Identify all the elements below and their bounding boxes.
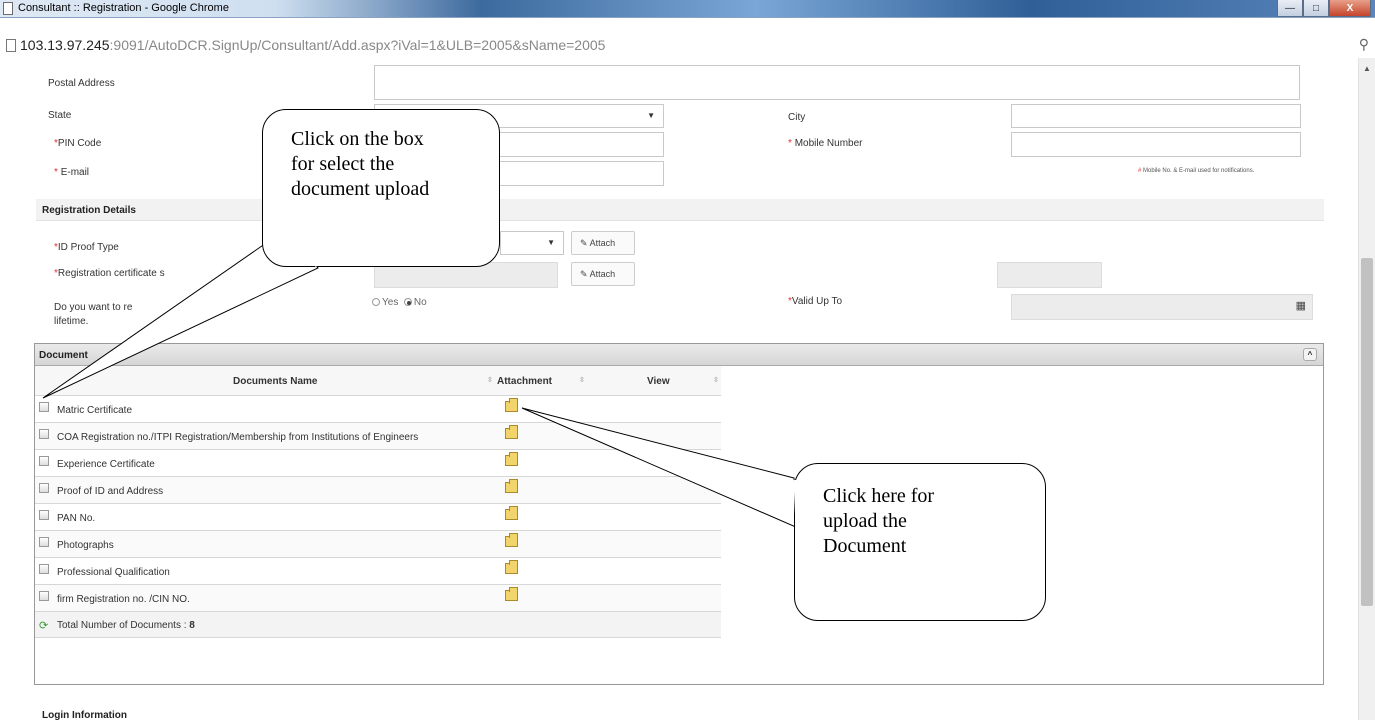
sort-icon[interactable]: ⇳ (713, 376, 719, 384)
document-name: Professional Qualification (57, 567, 170, 578)
total-documents: Total Number of Documents : 8 (57, 620, 195, 631)
id-proof-attach-button[interactable]: ✎ Attach (571, 231, 635, 255)
calendar-icon[interactable]: ▦ (1296, 299, 1306, 312)
table-row: Professional Qualification (35, 558, 721, 585)
row-checkbox[interactable] (39, 429, 49, 439)
login-information-header: Login Information (42, 710, 127, 720)
registration-certificate-label-tail: copy (264, 268, 286, 279)
mobile-number-label: * Mobile Number (788, 138, 863, 149)
email-label: * E-mail (54, 167, 90, 178)
paperclip-icon: ✎ (580, 269, 588, 279)
window-titlebar: Consultant :: Registration - Google Chro… (0, 0, 1375, 18)
lifetime-radio-group: Yes No (372, 297, 427, 308)
registration-certificate-label: *Registration certificate s (54, 268, 165, 279)
row-checkbox[interactable] (39, 483, 49, 493)
row-checkbox[interactable] (39, 510, 49, 520)
col-view[interactable]: View (647, 376, 670, 387)
upload-folder-icon[interactable] (505, 560, 518, 574)
window-title: Consultant :: Registration - Google Chro… (18, 2, 229, 14)
documents-panel-header: Document ^ (35, 344, 1323, 366)
city-input[interactable] (1011, 104, 1301, 128)
state-label: State (48, 110, 72, 121)
address-bar[interactable]: 103.13.97.245:9091/AutoDCR.SignUp/Consul… (0, 18, 1375, 58)
refresh-icon[interactable]: ⟳ (39, 619, 48, 632)
page-info-icon[interactable] (6, 39, 16, 52)
chevron-down-icon: ▼ (647, 111, 655, 120)
right-callout: Click here for upload the Document (794, 463, 1046, 621)
upload-folder-icon[interactable] (505, 479, 518, 493)
lifetime-question-label-3: lifetime. (54, 316, 89, 327)
document-name: Proof of ID and Address (57, 486, 164, 497)
documents-grid-body: Matric Certificate COA Registration no./… (35, 396, 721, 612)
document-name: Matric Certificate (57, 405, 133, 416)
page-icon (3, 2, 13, 15)
city-label: City (788, 112, 806, 123)
upload-folder-icon[interactable] (505, 425, 518, 439)
documents-grid-header: Documents Name ⇳ Attachment ⇳ View ⇳ (35, 366, 721, 396)
table-row: Experience Certificate (35, 450, 721, 477)
upload-folder-icon[interactable] (505, 452, 518, 466)
row-checkbox[interactable] (39, 537, 49, 547)
table-row: COA Registration no./ITPI Registration/M… (35, 423, 721, 450)
upload-folder-icon[interactable] (505, 533, 518, 547)
registration-details-header: Registration Details (36, 199, 1324, 221)
document-name: COA Registration no./ITPI Registration/M… (57, 432, 419, 443)
paperclip-icon: ✎ (580, 238, 588, 248)
valid-up-to-label: *Valid Up To (788, 296, 843, 307)
collapse-icon[interactable]: ^ (1303, 348, 1317, 361)
notification-note: # Mobile No. & E-mail used for notificat… (1138, 168, 1255, 174)
postal-address-label: Postal Address (48, 78, 115, 89)
top-callout: Click on the box for select the document… (262, 109, 500, 267)
no-radio[interactable] (403, 298, 412, 306)
scroll-up-icon[interactable]: ▲ (1363, 64, 1371, 73)
pin-code-label: *PIN Code (54, 138, 102, 149)
documents-panel: Document ^ Documents Name ⇳ Attachment ⇳… (34, 343, 1324, 685)
scrollbar-thumb[interactable] (1361, 258, 1373, 606)
registration-extra-field (997, 262, 1102, 288)
id-proof-type-label: *ID Proof Type (54, 242, 119, 253)
close-button[interactable]: X (1329, 0, 1371, 17)
documents-grid-footer: ⟳ Total Number of Documents : 8 (35, 612, 721, 638)
document-name: firm Registration no. /CIN NO. (57, 594, 190, 605)
table-row: Matric Certificate (35, 396, 721, 423)
table-row: firm Registration no. /CIN NO. (35, 585, 721, 612)
sort-icon[interactable]: ⇳ (579, 376, 585, 384)
url-path: :9091/AutoDCR.SignUp/Consultant/Add.aspx… (109, 37, 606, 53)
row-checkbox[interactable] (39, 564, 49, 574)
document-name: PAN No. (57, 513, 96, 524)
maximize-button[interactable]: □ (1303, 0, 1329, 17)
url-text[interactable]: 103.13.97.245:9091/AutoDCR.SignUp/Consul… (20, 37, 605, 53)
window-controls: — □ X (1277, 0, 1371, 17)
table-row: Photographs (35, 531, 721, 558)
col-documents-name[interactable]: Documents Name (233, 376, 317, 387)
upload-folder-icon[interactable] (505, 506, 518, 520)
magnifier-icon[interactable]: ⚲ (1359, 36, 1369, 53)
document-name: Photographs (57, 540, 114, 551)
row-checkbox[interactable] (39, 402, 49, 412)
valid-up-to-input: ▦ (1011, 294, 1313, 320)
lifetime-question-label-2: for a (180, 302, 201, 313)
col-attachment[interactable]: Attachment (497, 376, 552, 387)
table-row: Proof of ID and Address (35, 477, 721, 504)
chevron-down-icon: ▼ (547, 238, 555, 247)
id-proof-type-select[interactable]: ▼ (500, 231, 564, 255)
url-host: 103.13.97.245 (20, 37, 110, 53)
yes-radio[interactable] (372, 298, 380, 306)
table-row: PAN No. (35, 504, 721, 531)
row-checkbox[interactable] (39, 456, 49, 466)
upload-folder-icon[interactable] (505, 398, 518, 412)
upload-folder-icon[interactable] (505, 587, 518, 601)
documents-grid: Documents Name ⇳ Attachment ⇳ View ⇳ Mat… (35, 366, 721, 638)
minimize-button[interactable]: — (1277, 0, 1303, 17)
postal-address-input[interactable] (374, 65, 1300, 100)
row-checkbox[interactable] (39, 591, 49, 601)
registration-certificate-attach-button[interactable]: ✎ Attach (571, 262, 635, 286)
mobile-number-input[interactable] (1011, 132, 1301, 157)
vertical-scrollbar[interactable]: ▲ (1358, 58, 1375, 720)
sort-icon[interactable]: ⇳ (487, 376, 493, 384)
document-name: Experience Certificate (57, 459, 155, 470)
lifetime-question-label: Do you want to re (54, 302, 133, 313)
